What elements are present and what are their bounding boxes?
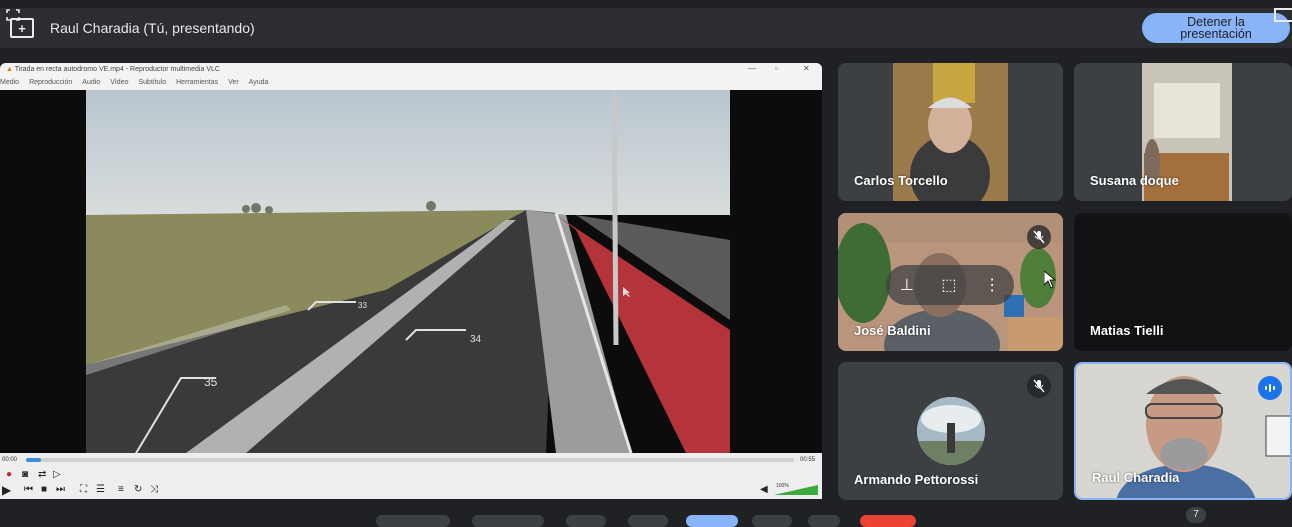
toolbar-button[interactable] <box>566 515 606 527</box>
more-options-button[interactable] <box>808 515 840 527</box>
next-icon[interactable]: ⏭ <box>56 485 65 495</box>
repeat-icon[interactable]: ↻ <box>134 485 142 495</box>
total-time: 00:55 <box>800 457 816 463</box>
play-icon[interactable]: ▶ <box>2 484 11 496</box>
participant-tile[interactable]: Carlos Torcello <box>838 63 1063 201</box>
tile-hover-controls: ⊥ ⬚ ⋮ <box>886 265 1014 305</box>
participant-tile[interactable]: Susana doque <box>1074 63 1292 201</box>
volume-slider[interactable] <box>774 485 818 495</box>
fullscreen-toggle-icon[interactable]: ⛶ <box>80 485 87 495</box>
participant-tile[interactable]: Matias Tielli <box>1074 213 1292 351</box>
track-number: 35 <box>204 375 218 389</box>
maximize-icon[interactable]: ▫ <box>775 64 778 73</box>
toolbar-button[interactable] <box>752 515 792 527</box>
participant-tile-active-speaker[interactable]: Raul Charadia <box>1074 362 1292 500</box>
elapsed-time: 00:00 <box>2 457 18 463</box>
stop-presenting-button[interactable]: Detener la presentación <box>1142 13 1290 43</box>
present-screen-icon: + <box>10 18 34 38</box>
previous-icon[interactable]: ⏮ <box>24 485 33 495</box>
toolbar-button[interactable] <box>376 515 450 527</box>
volume-icon[interactable]: ◀ <box>760 485 768 495</box>
participant-name: Matias Tielli <box>1090 323 1164 338</box>
presentation-bar: + Raul Charadia (Tú, presentando) Detene… <box>0 8 1292 48</box>
leave-call-button[interactable] <box>860 515 916 527</box>
menu-item[interactable]: Medio <box>0 79 19 90</box>
more-options-icon[interactable]: ⋮ <box>984 275 1000 295</box>
fullscreen-icon[interactable] <box>6 9 20 21</box>
menu-item[interactable]: Ver <box>228 79 239 90</box>
shared-screen: ▲ Tirada en recta autodromo VE.mp4 - Rep… <box>0 63 822 499</box>
menu-item[interactable]: Audio <box>82 79 100 90</box>
mic-muted-icon <box>1027 374 1051 398</box>
frame-icon[interactable]: ⬚ <box>941 275 956 295</box>
participant-name: Carlos Torcello <box>854 173 948 188</box>
seek-progress <box>26 458 42 462</box>
participant-name: Raul Charadia <box>1092 470 1180 485</box>
seek-bar[interactable]: 00:00 00:55 <box>0 453 822 467</box>
participant-name: José Baldini <box>854 323 931 338</box>
vlc-cone-icon: ▲ <box>6 66 13 73</box>
minimize-icon[interactable]: — <box>748 64 756 73</box>
participant-tile[interactable]: ⊥ ⬚ ⋮ José Baldini <box>838 213 1063 351</box>
shuffle-icon[interactable]: ⤨ <box>150 485 158 495</box>
loop-ab-icon[interactable]: ⇄ <box>38 470 46 480</box>
video-area[interactable]: 35 34 33 <box>0 90 822 453</box>
mic-muted-icon <box>1027 225 1051 249</box>
present-now-button[interactable] <box>686 515 738 527</box>
record-icon[interactable]: ● <box>6 470 12 480</box>
vlc-menu-bar: Medio Reproducción Audio Vídeo Subtítulo… <box>0 77 822 90</box>
playlist-icon[interactable]: ≡ <box>118 485 124 495</box>
vlc-title-text: Tirada en recta autodromo VE.mp4 - Repro… <box>14 66 220 73</box>
menu-item[interactable]: Reproducción <box>29 79 72 90</box>
track-number: 33 <box>358 301 367 310</box>
toolbar-button[interactable] <box>628 515 668 527</box>
track-number: 34 <box>470 334 482 345</box>
vlc-controls: ● ◙ ⇄ ▷ ▶ ⏮ ■ ⏭ ⛶ ☰ ≡ ↻ ⤨ ◀ 100% <box>0 467 822 499</box>
mouse-cursor-icon <box>623 287 630 297</box>
equalizer-icon[interactable]: ☰ <box>96 485 105 495</box>
snapshot-icon[interactable]: ◙ <box>22 470 28 480</box>
participant-name: Armando Pettorossi <box>854 472 979 487</box>
toolbar-button[interactable] <box>472 515 544 527</box>
pin-icon[interactable]: ⊥ <box>900 275 914 295</box>
participant-tile[interactable]: Armando Pettorossi <box>838 362 1063 500</box>
vlc-window-title: ▲ Tirada en recta autodromo VE.mp4 - Rep… <box>0 63 822 77</box>
menu-item[interactable]: Herramientas <box>176 79 218 90</box>
mouse-cursor-icon <box>1044 271 1056 289</box>
close-icon[interactable]: ✕ <box>803 64 810 73</box>
expand-icon[interactable] <box>1274 8 1292 22</box>
racetrack-video-frame: 35 34 33 <box>86 90 730 453</box>
avatar <box>917 397 985 465</box>
speaking-indicator-icon <box>1258 376 1282 400</box>
menu-item[interactable]: Subtítulo <box>138 79 166 90</box>
menu-item[interactable]: Vídeo <box>110 79 128 90</box>
presenter-title: Raul Charadia (Tú, presentando) <box>50 20 255 36</box>
frame-step-icon[interactable]: ▷ <box>53 470 61 480</box>
stop-icon[interactable]: ■ <box>41 485 47 495</box>
participant-name: Susana doque <box>1090 173 1179 188</box>
seek-track[interactable] <box>26 458 794 462</box>
menu-item[interactable]: Ayuda <box>249 79 269 90</box>
